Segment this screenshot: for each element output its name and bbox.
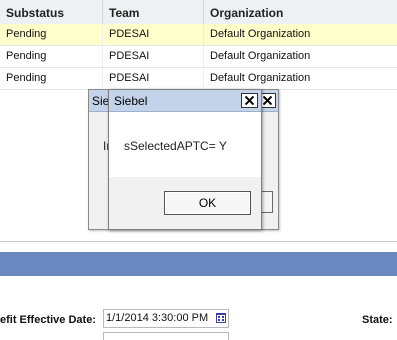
cell-substatus: Pending (6, 50, 47, 62)
secondary-field[interactable] (103, 332, 229, 340)
benefit-effective-date-value[interactable]: 1/1/2014 3:30:00 PM (106, 312, 208, 324)
alert-dialog-title: Siebel (114, 94, 148, 108)
cell-team: PDESAI (102, 68, 203, 89)
table-row[interactable]: Pending PDESAI Default Organization (0, 46, 397, 68)
table-row[interactable]: Pending PDESAI Default Organization (0, 68, 397, 90)
calendar-icon[interactable] (216, 313, 226, 323)
ok-button[interactable]: OK (164, 191, 251, 215)
cell-substatus: Pending (6, 28, 47, 40)
records-grid: Substatus Team Organization Pending PDES… (0, 0, 397, 90)
table-row[interactable]: Pending PDESAI Default Organization (0, 24, 397, 46)
cell-organization: Default Organization (203, 68, 397, 89)
form-section-header-bar (0, 252, 397, 276)
close-icon (263, 96, 272, 105)
alert-dialog-titlebar[interactable]: Siebel (109, 90, 261, 112)
benefit-effective-date-label: efit Effective Date: (0, 314, 96, 326)
cell-organization: Default Organization (203, 46, 397, 67)
column-header-substatus[interactable]: Substatus (0, 0, 102, 24)
alert-dialog-close-button[interactable] (241, 93, 258, 108)
cell-team: PDESAI (102, 46, 203, 67)
grid-header: Substatus Team Organization (0, 0, 397, 25)
state-label: State: (362, 314, 393, 326)
cell-substatus: Pending (6, 72, 47, 84)
background-dialog-title: Sie (92, 94, 110, 108)
column-header-team[interactable]: Team (102, 0, 203, 24)
section-divider (0, 241, 397, 242)
close-icon (245, 96, 254, 105)
cell-team: PDESAI (102, 24, 203, 45)
column-header-organization[interactable]: Organization (203, 0, 397, 24)
cell-organization: Default Organization (203, 24, 397, 45)
alert-dialog-message: sSelectedAPTC= Y (124, 139, 227, 153)
siebel-alert-dialog: Siebel sSelectedAPTC= Y OK (108, 89, 262, 230)
